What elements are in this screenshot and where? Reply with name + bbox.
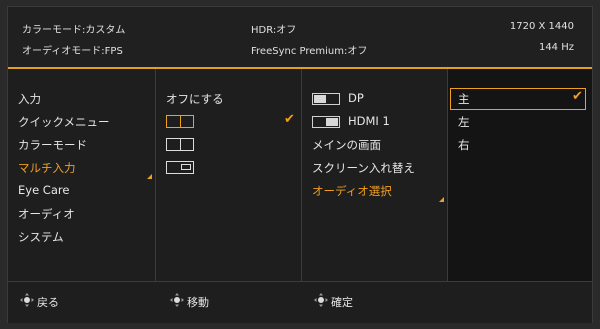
joystick-icon xyxy=(314,293,328,307)
selection-highlight xyxy=(450,88,586,110)
layout-side-by-side-icon[interactable] xyxy=(166,115,194,128)
audio-mode-status: オーディオモード:FPS xyxy=(22,46,123,57)
audio-select-option[interactable]: オーディオ選択 xyxy=(312,183,392,199)
audio-options-column: 主 ✔ 左 右 xyxy=(448,69,592,281)
audio-option-right[interactable]: 右 xyxy=(458,137,470,153)
menu-item-eye-care[interactable]: Eye Care xyxy=(18,183,69,197)
hdr-status: HDR:オフ xyxy=(251,25,297,36)
footer-move[interactable]: 移動 xyxy=(187,294,209,310)
status-bar: カラーモード:カスタム オーディオモード:FPS HDR:オフ FreeSync… xyxy=(8,7,592,67)
main-menu-column: 入力 クイックメニュー カラーモード マルチ入力 Eye Care オーディオ … xyxy=(8,69,156,281)
resolution-status: 1720 X 1440 xyxy=(509,21,574,32)
joystick-icon xyxy=(20,293,34,307)
audio-option-left[interactable]: 左 xyxy=(458,114,470,130)
osd-menu: カラーモード:カスタム オーディオモード:FPS HDR:オフ FreeSync… xyxy=(7,6,593,323)
screen-swap-option[interactable]: スクリーン入れ替え xyxy=(312,160,415,176)
source-dp[interactable]: DP xyxy=(348,91,364,105)
menu-item-multi-input[interactable]: マルチ入力 xyxy=(18,160,76,176)
main-screen-option[interactable]: メインの画面 xyxy=(312,137,381,153)
dp-source-icon xyxy=(312,93,340,105)
color-mode-status: カラーモード:カスタム xyxy=(22,25,126,36)
checkmark-icon: ✔ xyxy=(572,89,583,104)
freesync-status: FreeSync Premium:オフ xyxy=(251,46,368,57)
hdmi-source-icon xyxy=(312,116,340,128)
submenu-indicator-icon xyxy=(439,197,444,202)
footer-back[interactable]: 戻る xyxy=(37,294,59,310)
footer-bar: 戻る 移動 確定 xyxy=(8,281,592,323)
refresh-status: 144 Hz xyxy=(538,42,574,53)
joystick-icon xyxy=(170,293,184,307)
audio-option-main[interactable]: 主 xyxy=(458,91,470,107)
layout-pip-icon[interactable] xyxy=(166,161,194,174)
footer-confirm[interactable]: 確定 xyxy=(331,294,353,310)
sources-column: DP HDMI 1 メインの画面 スクリーン入れ替え オーディオ選択 xyxy=(302,69,448,281)
multi-input-off[interactable]: オフにする xyxy=(166,91,224,107)
menu-item-input[interactable]: 入力 xyxy=(18,91,41,107)
menu-item-color-mode[interactable]: カラーモード xyxy=(18,137,87,153)
submenu-indicator-icon xyxy=(147,174,152,179)
menu-item-quick-menu[interactable]: クイックメニュー xyxy=(18,114,110,130)
source-hdmi1[interactable]: HDMI 1 xyxy=(348,114,390,128)
layout-split-icon[interactable] xyxy=(166,138,194,151)
checkmark-icon: ✔ xyxy=(284,112,295,127)
menu-item-audio[interactable]: オーディオ xyxy=(18,206,75,222)
menu-item-system[interactable]: システム xyxy=(18,229,64,245)
menu-columns: 入力 クイックメニュー カラーモード マルチ入力 Eye Care オーディオ … xyxy=(8,69,592,281)
multi-input-column: オフにする ✔ xyxy=(156,69,302,281)
